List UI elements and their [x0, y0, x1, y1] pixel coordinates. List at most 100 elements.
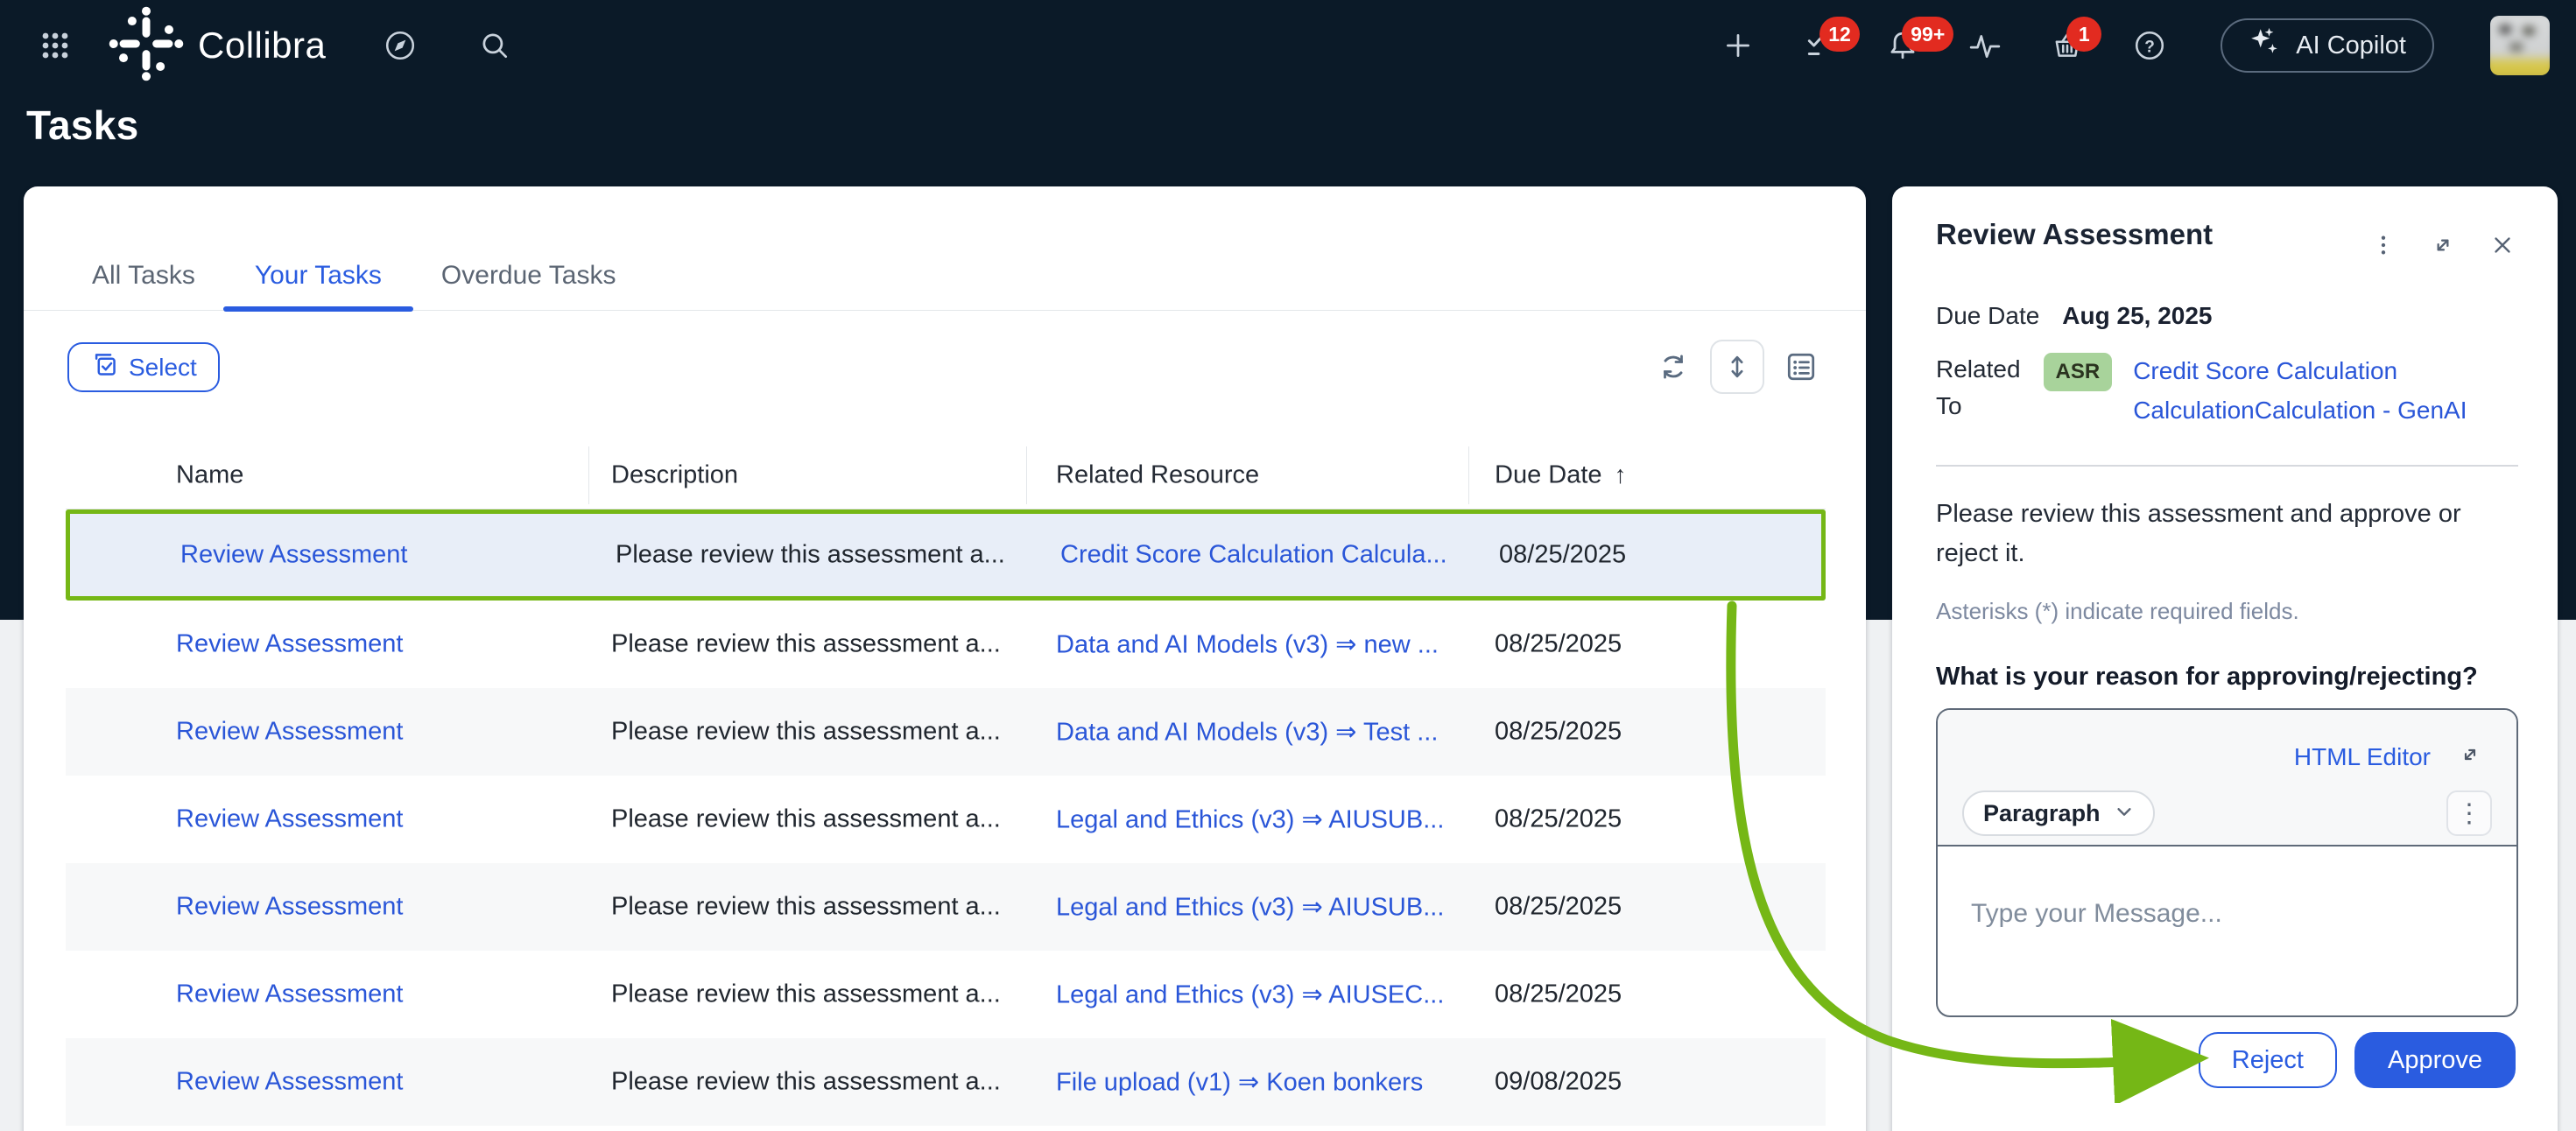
tab-all-tasks[interactable]: All Tasks: [92, 241, 195, 310]
tasks-checklist-icon[interactable]: 12: [1804, 29, 1837, 62]
ai-copilot-label: AI Copilot: [2296, 32, 2406, 60]
view-tools: [1654, 340, 1820, 394]
message-input[interactable]: Type your Message...: [1938, 848, 2516, 1015]
task-name-link[interactable]: Review Assessment: [176, 805, 404, 833]
related-resource-link[interactable]: Credit Score Calculation Calcula...: [1060, 541, 1447, 569]
topbar-left: Collibra: [0, 6, 511, 86]
collibra-app: Collibra: [0, 0, 2576, 1131]
related-resource-link[interactable]: Legal and Ethics (v3) ⇒ AIUSUB...: [1056, 894, 1444, 922]
explore-compass-icon[interactable]: [384, 29, 417, 62]
task-due-date: 08/25/2025: [1495, 893, 1622, 922]
task-due-date: 08/25/2025: [1495, 718, 1622, 747]
reject-button[interactable]: Reject: [2199, 1032, 2337, 1088]
table-row[interactable]: Review Assessment Please review this ass…: [66, 863, 1826, 951]
task-name-link[interactable]: Review Assessment: [180, 541, 408, 569]
table-row[interactable]: Review Assessment Please review this ass…: [66, 601, 1826, 688]
row-height-icon[interactable]: [1710, 340, 1764, 394]
close-icon[interactable]: [2486, 228, 2519, 262]
message-placeholder: Type your Message...: [1971, 899, 2222, 928]
related-resource-link[interactable]: File upload (v1) ⇒ Koen bonkers: [1056, 1069, 1423, 1097]
kebab-menu-icon[interactable]: [2367, 228, 2400, 262]
help-icon[interactable]: ?: [2133, 29, 2166, 62]
due-date-value: Aug 25, 2025: [2062, 302, 2212, 330]
form-question-label: What is your reason for approving/reject…: [1936, 663, 2478, 692]
search-icon[interactable]: [478, 29, 511, 62]
related-to-label: Related To: [1936, 351, 2023, 425]
task-name-link[interactable]: Review Assessment: [176, 630, 404, 658]
task-detail-panel: Review Assessment Due Date Aug 25, 2025: [1892, 186, 2558, 1131]
related-resource-link[interactable]: Data and AI Models (v3) ⇒ Test ...: [1056, 719, 1438, 747]
sort-ascending-icon[interactable]: ↑: [1615, 460, 1627, 488]
detail-action-buttons: Reject Approve: [1892, 1032, 2558, 1088]
tab-overdue-tasks[interactable]: Overdue Tasks: [441, 241, 616, 310]
task-instructions: Please review this assessment and approv…: [1936, 495, 2496, 573]
editor-expand-icon[interactable]: [2457, 741, 2483, 772]
approve-button[interactable]: Approve: [2354, 1032, 2516, 1088]
notifications-count-badge: 99+: [1902, 17, 1953, 52]
related-resource-link[interactable]: Legal and Ethics (v3) ⇒ AIUSEC...: [1056, 981, 1444, 1009]
tab-your-tasks[interactable]: Your Tasks: [255, 241, 382, 310]
table-row-selected[interactable]: Review Assessment Please review this ass…: [66, 509, 1826, 601]
task-tabs: All Tasks Your Tasks Overdue Tasks: [92, 241, 616, 310]
editor-toolbar: HTML Editor Paragraph ⋮: [1938, 710, 2516, 846]
related-resource-link[interactable]: Legal and Ethics (v3) ⇒ AIUSUB...: [1056, 806, 1444, 834]
detail-panel-actions: [2367, 228, 2519, 262]
task-due-date: 08/25/2025: [1499, 541, 1626, 570]
collibra-logo[interactable]: Collibra: [109, 6, 326, 86]
column-header-description[interactable]: Description: [611, 460, 738, 489]
task-description: Please review this assessment a...: [611, 980, 1001, 1009]
tasks-count-badge: 12: [1819, 17, 1860, 52]
column-separator: [1468, 446, 1469, 504]
column-header-due-date[interactable]: Due Date↑: [1495, 460, 1627, 489]
related-asset-link[interactable]: Credit Score Calculation CalculationCalc…: [2133, 351, 2531, 430]
html-editor-link[interactable]: HTML Editor: [2294, 743, 2431, 771]
expand-panel-icon[interactable]: [2426, 228, 2460, 262]
collibra-wordmark: Collibra: [198, 25, 326, 67]
paragraph-style-dropdown[interactable]: Paragraph: [1962, 790, 2155, 836]
task-due-date: 08/25/2025: [1495, 630, 1622, 659]
notifications-bell-icon[interactable]: 99+: [1886, 29, 1919, 62]
page-title: Tasks: [26, 102, 139, 149]
column-header-related-resource[interactable]: Related Resource: [1056, 460, 1259, 489]
detail-title: Review Assessment: [1936, 218, 2213, 251]
table-row[interactable]: Review Assessment Please review this ass…: [66, 776, 1826, 863]
refresh-icon[interactable]: [1654, 348, 1693, 386]
task-description: Please review this assessment a...: [611, 805, 1001, 834]
select-button[interactable]: Select: [67, 342, 220, 392]
table-row[interactable]: Review Assessment Please review this ass…: [66, 688, 1826, 776]
sparkles-icon: [2249, 25, 2282, 66]
related-resource-link[interactable]: Data and AI Models (v3) ⇒ new ...: [1056, 631, 1439, 659]
basket-icon[interactable]: 1: [2051, 29, 2084, 62]
task-due-date: 08/25/2025: [1495, 980, 1622, 1009]
task-description: Please review this assessment a...: [616, 541, 1005, 570]
ai-copilot-button[interactable]: AI Copilot: [2221, 18, 2434, 73]
waffle-menu-icon[interactable]: [39, 29, 72, 62]
help-glyph: ?: [2144, 38, 2155, 56]
rich-text-editor: HTML Editor Paragraph ⋮ Ty: [1936, 708, 2518, 1017]
table-header: Name Description Related Resource Due Da…: [66, 441, 1826, 509]
task-name-link[interactable]: Review Assessment: [176, 980, 404, 1008]
detail-divider: [1936, 465, 2518, 467]
topbar: Collibra: [0, 0, 2576, 91]
task-due-date: 08/25/2025: [1495, 805, 1622, 834]
task-name-link[interactable]: Review Assessment: [176, 1068, 404, 1096]
column-header-name[interactable]: Name: [176, 460, 243, 489]
user-avatar[interactable]: [2490, 16, 2550, 75]
task-description: Please review this assessment a...: [611, 1068, 1001, 1097]
table-row[interactable]: Review Assessment Please review this ass…: [66, 1038, 1826, 1126]
task-name-link[interactable]: Review Assessment: [176, 893, 404, 921]
table-row[interactable]: Review Assessment Please review this ass…: [66, 951, 1826, 1038]
list-view-icon[interactable]: [1782, 348, 1820, 386]
tasks-list-card: All Tasks Your Tasks Overdue Tasks Selec…: [24, 186, 1866, 1131]
column-separator: [588, 446, 589, 504]
create-plus-icon[interactable]: [1721, 29, 1755, 62]
select-button-label: Select: [129, 354, 197, 382]
editor-more-options-icon[interactable]: ⋮: [2446, 790, 2492, 836]
task-description: Please review this assessment a...: [611, 718, 1001, 747]
task-name-link[interactable]: Review Assessment: [176, 718, 404, 746]
activity-pulse-icon[interactable]: [1968, 29, 2002, 62]
paragraph-style-value: Paragraph: [1983, 800, 2101, 827]
due-date-row: Due Date Aug 25, 2025: [1936, 302, 2213, 330]
asset-type-badge: ASR: [2044, 353, 2113, 391]
task-description: Please review this assessment a...: [611, 893, 1001, 922]
